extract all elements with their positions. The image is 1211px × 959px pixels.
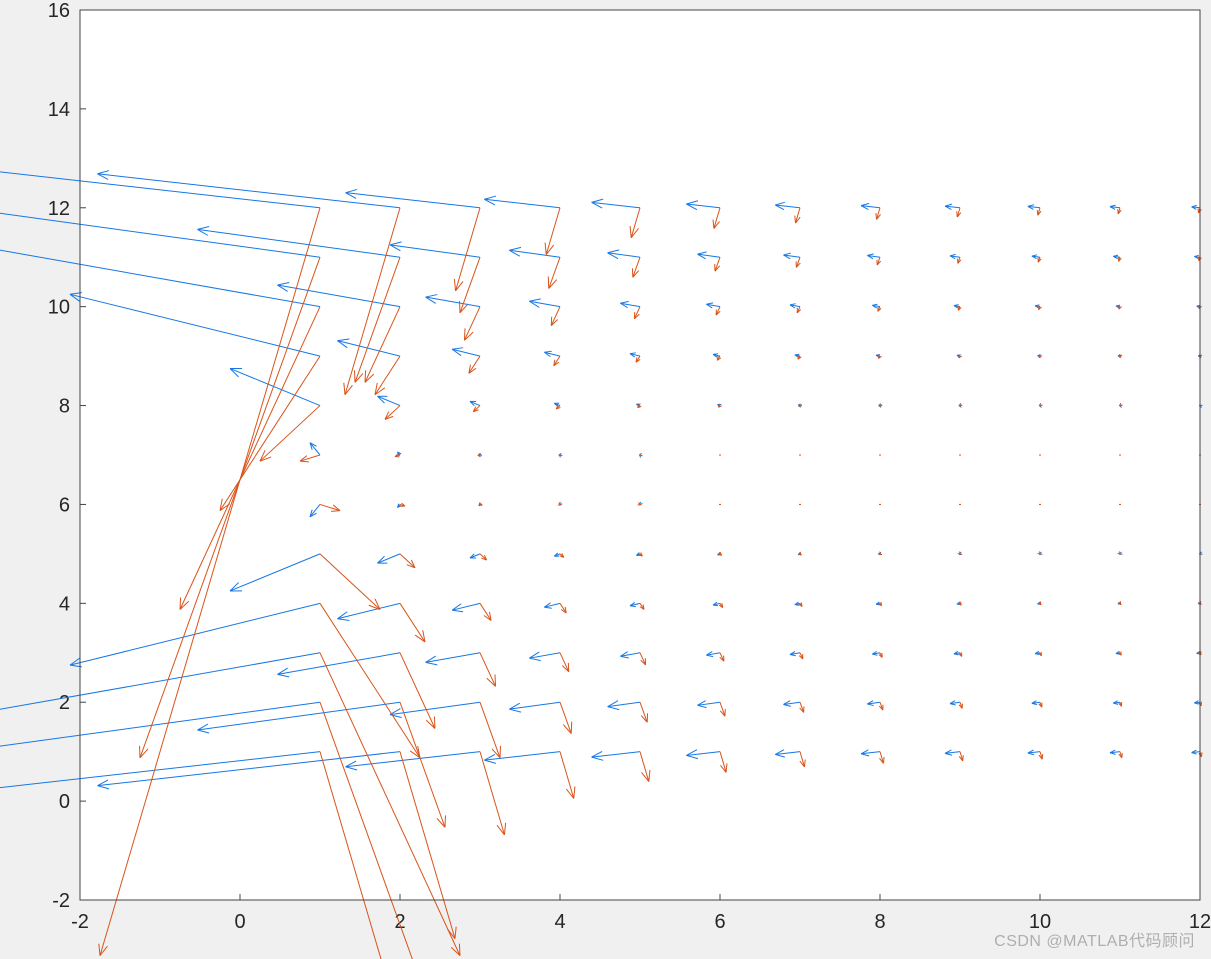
y-tick-label: 14 (48, 99, 70, 121)
y-tick-label: 0 (59, 791, 70, 813)
y-tick-label: 8 (59, 396, 70, 418)
x-tick-label: 0 (234, 911, 245, 933)
y-tick-label: 10 (48, 297, 70, 319)
x-tick-label: 4 (554, 911, 565, 933)
figure-background: -2024681012-20246810121416 CSDN @MATLAB代… (0, 0, 1211, 959)
quiver-plot: -2024681012-20246810121416 (0, 0, 1211, 959)
y-tick-label: 6 (59, 494, 70, 516)
x-tick-label: -2 (71, 911, 89, 933)
x-tick-label: 6 (714, 911, 725, 933)
x-tick-label: 8 (874, 911, 885, 933)
y-tick-label: -2 (52, 890, 70, 912)
y-tick-label: 12 (48, 198, 70, 220)
y-tick-label: 4 (59, 593, 70, 615)
watermark-text: CSDN @MATLAB代码顾问 (994, 927, 1195, 951)
y-tick-label: 16 (48, 0, 70, 22)
y-tick-label: 2 (59, 692, 70, 714)
